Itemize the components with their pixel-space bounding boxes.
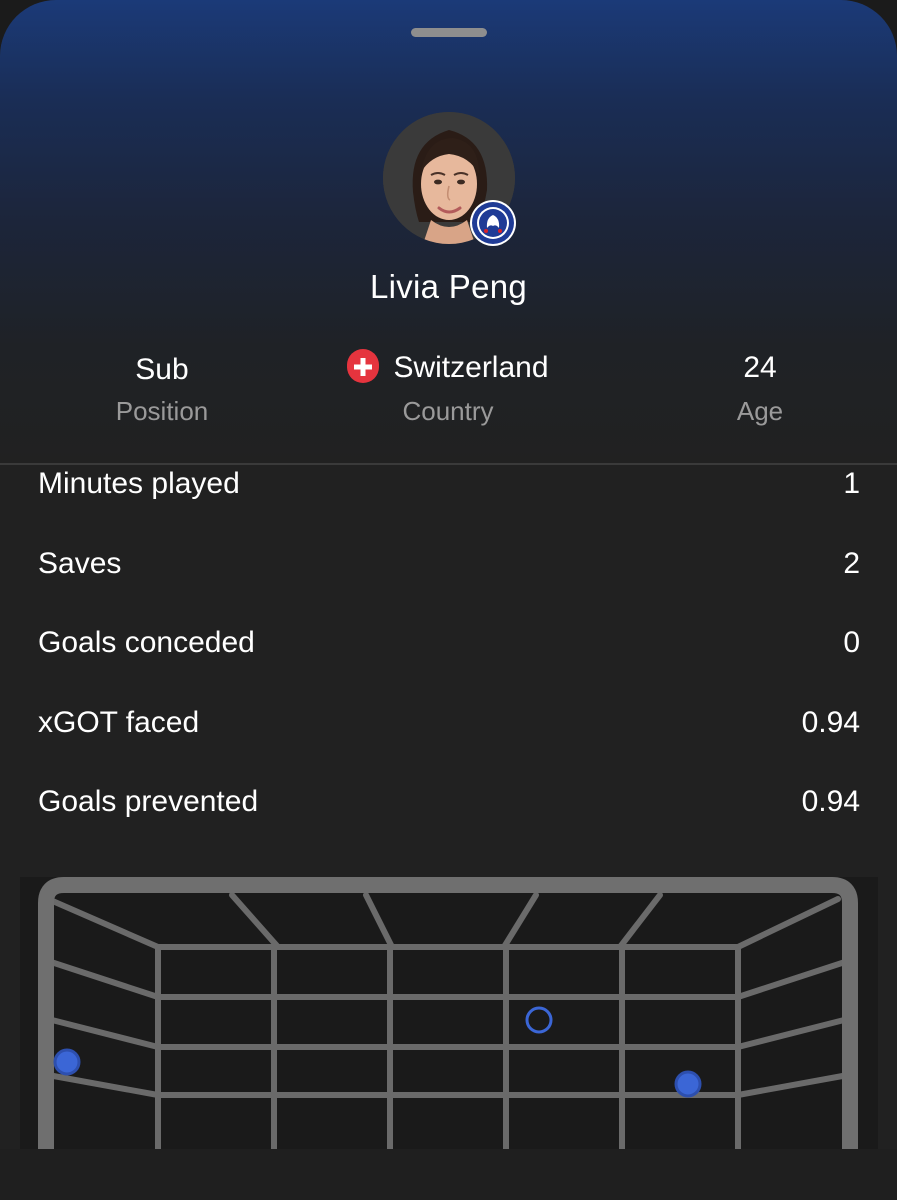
stat-row-goals-conceded: Goals conceded 0 xyxy=(38,623,860,663)
stat-label: xGOT faced xyxy=(38,706,200,739)
chelsea-crest-icon xyxy=(472,202,514,244)
stat-label: Minutes played xyxy=(38,467,240,500)
country-value: Switzerland xyxy=(393,351,549,384)
stat-row-goals-prevented: Goals prevented 0.94 xyxy=(38,782,860,822)
position-value: Sub xyxy=(135,353,189,386)
age-info: 24 Age xyxy=(610,343,897,429)
stat-value: 0 xyxy=(843,626,860,659)
swiss-flag-icon xyxy=(347,349,380,384)
drag-handle[interactable] xyxy=(411,28,487,37)
stat-label: Goals conceded xyxy=(38,626,255,659)
stat-row-saves: Saves 2 xyxy=(38,544,860,584)
stat-value: 1 xyxy=(843,467,860,500)
stat-row-minutes-played: Minutes played 1 xyxy=(38,464,860,504)
position-label: Position xyxy=(115,396,209,426)
bottom-area xyxy=(0,1149,897,1200)
player-header: Livia Peng Sub Position Switzerland Coun… xyxy=(0,0,897,465)
stat-value: 0.94 xyxy=(801,706,860,739)
position-info: Sub Position xyxy=(12,343,312,429)
goal-net-graphic xyxy=(38,877,858,1152)
stat-value: 0.94 xyxy=(801,785,860,818)
player-name: Livia Peng xyxy=(369,268,528,305)
country-label: Country xyxy=(402,396,494,426)
stat-row-xgot-faced: xGOT faced 0.94 xyxy=(38,703,860,743)
shot-marker[interactable] xyxy=(525,1006,553,1034)
stat-value: 2 xyxy=(843,547,860,580)
age-label: Age xyxy=(736,396,784,426)
age-value: 24 xyxy=(743,351,777,384)
player-sheet: Livia Peng Sub Position Switzerland Coun… xyxy=(0,0,897,1200)
shot-marker[interactable] xyxy=(53,1048,81,1076)
club-badge xyxy=(470,200,516,246)
country-info[interactable]: Switzerland Country xyxy=(298,343,598,429)
stat-label: Saves xyxy=(38,547,122,580)
shot-marker[interactable] xyxy=(674,1070,702,1098)
goal-map xyxy=(20,877,878,1152)
stat-label: Goals prevented xyxy=(38,785,259,818)
